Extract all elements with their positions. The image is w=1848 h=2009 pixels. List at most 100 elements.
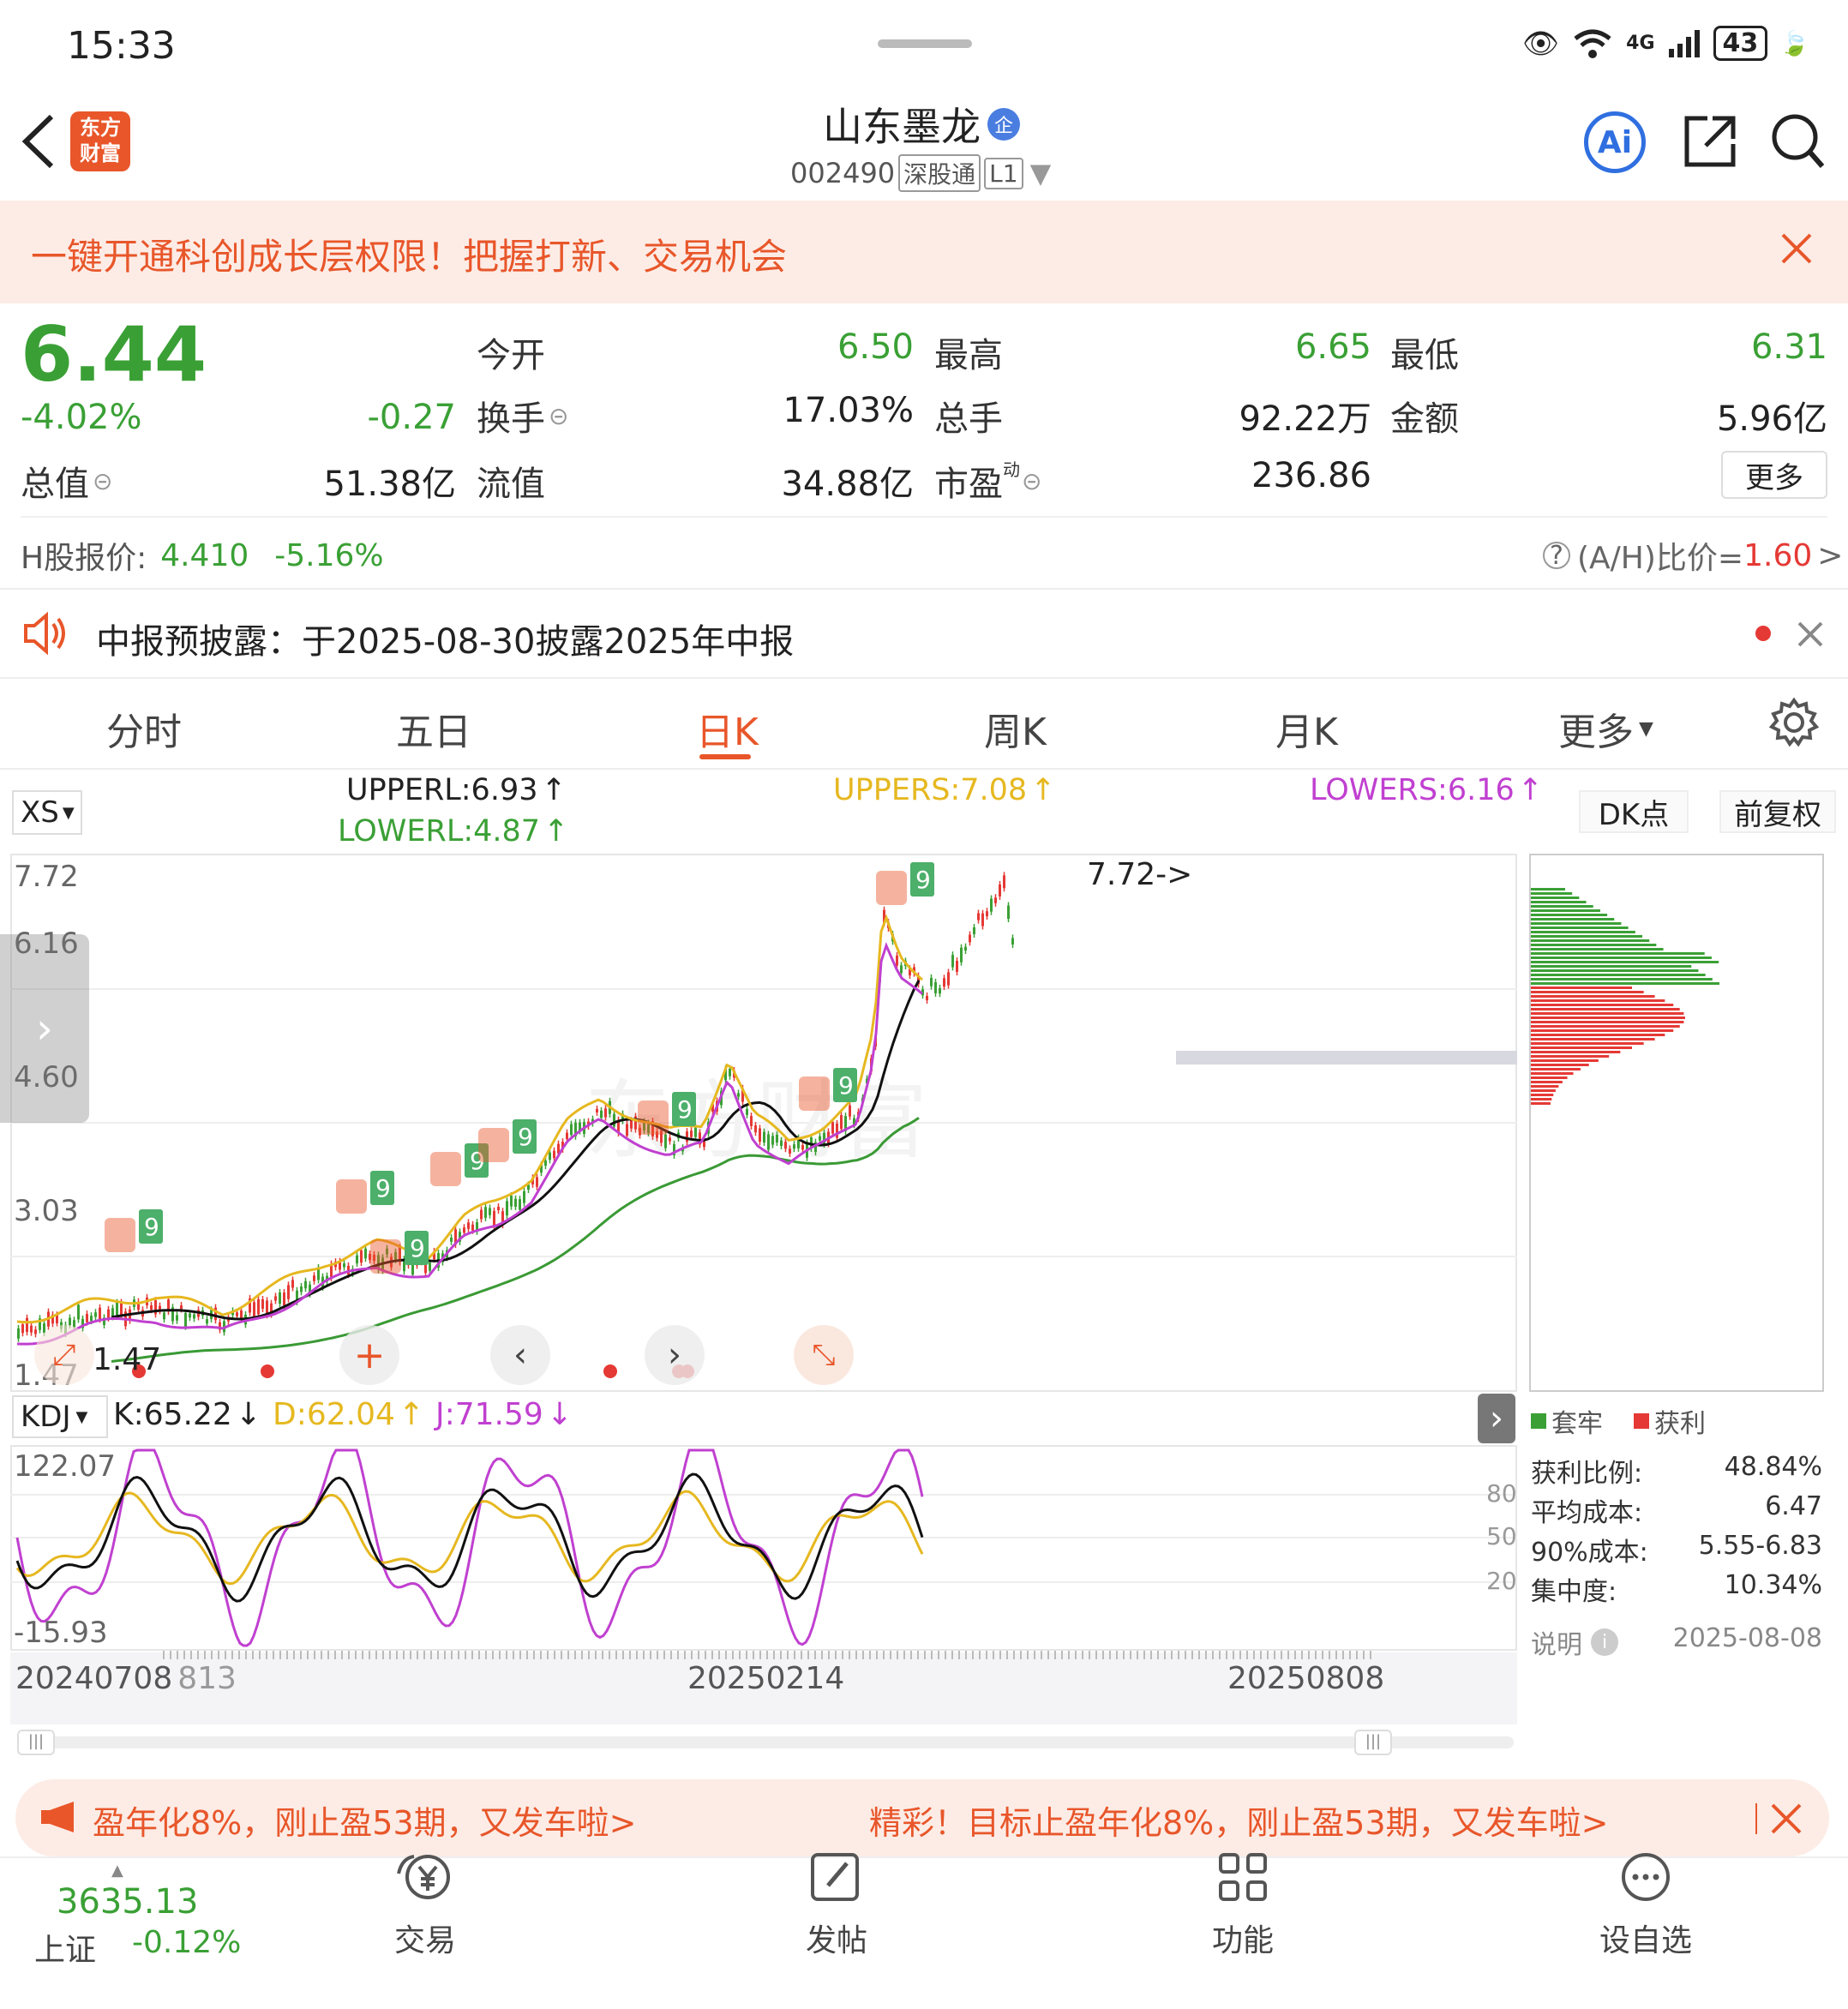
chip-bar-trap bbox=[1531, 909, 1600, 912]
kdj-level-50: 50 bbox=[1486, 1522, 1517, 1550]
expand-right-button[interactable]: › bbox=[1478, 1394, 1515, 1443]
chip-bar-profit bbox=[1531, 987, 1633, 989]
chip-bar-trap bbox=[1531, 944, 1657, 946]
chip-note[interactable]: 说明 i bbox=[1531, 1623, 1618, 1661]
next-button[interactable]: › bbox=[645, 1325, 705, 1385]
chip-bar-profit bbox=[1531, 999, 1665, 1002]
uppers-label: UPPERS:7.08 ↑ bbox=[833, 773, 1056, 807]
dk-button[interactable]: DK点 bbox=[1579, 790, 1689, 833]
kline-chart[interactable]: 东方财富 99999999 7.72 6.16 4.60 3.03 1.47 7… bbox=[10, 854, 1517, 1392]
open-value: 6.50 bbox=[837, 327, 914, 367]
ad-close-button[interactable] bbox=[1769, 1802, 1803, 1839]
signal-label: 4G bbox=[1626, 33, 1655, 54]
notice-text[interactable]: 中报预披露：于2025-08-30披露2025年中报 bbox=[96, 614, 794, 663]
zoom-in-button[interactable]: + bbox=[339, 1325, 399, 1385]
chip-bar-trap bbox=[1531, 939, 1650, 942]
info-icon: ⊝ bbox=[549, 401, 569, 430]
stock-code-row[interactable]: 002490 深股通 L1 ▼ bbox=[790, 154, 1051, 192]
chip-bar-trap bbox=[1531, 905, 1593, 908]
prev-button[interactable]: ‹ bbox=[490, 1325, 550, 1385]
nav-func[interactable]: 功能 bbox=[1212, 1851, 1274, 1960]
megaphone-icon bbox=[39, 1800, 82, 1838]
x-axis-ticks bbox=[163, 1651, 1371, 1659]
bottom-nav-divider bbox=[0, 1856, 1848, 1858]
fullscreen-button[interactable]: ⤡ bbox=[794, 1325, 854, 1385]
nav-trade[interactable]: 交易 bbox=[394, 1851, 456, 1960]
promo-close-button[interactable] bbox=[1779, 231, 1814, 269]
chip-distribution-chart[interactable] bbox=[1529, 854, 1824, 1392]
upperl-label: UPPERL:6.93 ↑ bbox=[346, 773, 567, 807]
tab-more[interactable]: 更多 ▼ bbox=[1558, 701, 1653, 756]
tab-more-label: 更多 bbox=[1558, 711, 1634, 754]
ah-ratio[interactable]: ? (A/H)比价= 1.60 > bbox=[1543, 533, 1843, 578]
chip-bar-trap bbox=[1531, 969, 1699, 972]
chip-bar-profit bbox=[1531, 1081, 1563, 1083]
expand-left-button[interactable]: › bbox=[0, 934, 89, 1123]
pe-value: 236.86 bbox=[1251, 456, 1371, 495]
hshare-label: H股报价: bbox=[21, 541, 147, 576]
hshare-row[interactable]: H股报价: 4.410 -5.16% bbox=[21, 533, 384, 578]
app-logo[interactable]: 东方 财富 bbox=[70, 111, 130, 171]
td-highlight bbox=[105, 1218, 135, 1252]
close-icon bbox=[1781, 233, 1812, 264]
tab-wuri[interactable]: 五日 bbox=[396, 701, 471, 756]
chip-bar-profit bbox=[1531, 1051, 1621, 1053]
y-label-top: 7.72 bbox=[14, 860, 79, 894]
chip-bar-profit bbox=[1531, 1098, 1552, 1100]
nav-post[interactable]: 发帖 bbox=[806, 1851, 867, 1960]
tab-active-indicator bbox=[699, 754, 751, 759]
leaf-icon: 🍃 bbox=[1779, 29, 1810, 57]
chip-bar-trap bbox=[1531, 931, 1635, 933]
chip-bar-profit bbox=[1531, 1029, 1674, 1032]
chip-bar-profit bbox=[1531, 1089, 1556, 1092]
caret-down-icon: ▼ bbox=[75, 1407, 88, 1426]
adjust-button[interactable]: 前复权 bbox=[1719, 790, 1836, 833]
back-button[interactable] bbox=[19, 111, 57, 175]
settings-button[interactable] bbox=[1768, 697, 1820, 751]
range-scroller[interactable] bbox=[17, 1736, 1514, 1748]
range-handle-right[interactable]: ||| bbox=[1354, 1730, 1392, 1755]
search-button[interactable] bbox=[1769, 111, 1826, 175]
kdj-selector[interactable]: KDJ ▼ bbox=[12, 1395, 108, 1438]
nav-watch[interactable]: 设自选 bbox=[1599, 1851, 1692, 1960]
index-value[interactable]: 3635.13 bbox=[57, 1882, 198, 1922]
pe-label[interactable]: 市盈动 ⊝ bbox=[934, 456, 1041, 506]
profit-ratio-label: 获利比例: bbox=[1531, 1459, 1643, 1489]
ai-button[interactable]: Ai bbox=[1584, 111, 1646, 173]
td-highlight bbox=[799, 1076, 830, 1111]
speaker-icon bbox=[22, 610, 69, 660]
index-name[interactable]: 上证 bbox=[34, 1925, 96, 1970]
float-label: 流值 bbox=[477, 465, 545, 504]
high-value: 6.65 bbox=[1294, 327, 1371, 367]
chip-bar-profit bbox=[1531, 1004, 1674, 1006]
caret-down-icon: ▼ bbox=[62, 803, 75, 822]
change-abs: -0.27 bbox=[367, 398, 457, 437]
td-marker-label: 9 bbox=[375, 1174, 391, 1202]
tab-rik[interactable]: 日K bbox=[696, 701, 759, 756]
stock-code: 002490 bbox=[790, 157, 896, 189]
xs-selector[interactable]: XS ▼ bbox=[12, 790, 82, 835]
tab-fenshi[interactable]: 分时 bbox=[106, 701, 182, 756]
turnover-label[interactable]: 换手 ⊝ bbox=[477, 391, 568, 441]
kdj-level-20: 20 bbox=[1486, 1567, 1517, 1595]
tab-yuek[interactable]: 月K bbox=[1275, 701, 1338, 756]
more-button[interactable]: 更多 bbox=[1721, 451, 1827, 499]
low-value: 6.31 bbox=[1750, 327, 1827, 367]
notice-close-button[interactable] bbox=[1797, 621, 1824, 651]
tab-zhouk[interactable]: 周K bbox=[984, 701, 1047, 756]
share-button[interactable] bbox=[1682, 113, 1738, 173]
chip-bar-trap bbox=[1531, 897, 1580, 899]
td-marker-label: 9 bbox=[518, 1123, 533, 1151]
chip-bar-profit bbox=[1531, 1055, 1610, 1058]
pe-label-text: 市盈 bbox=[934, 465, 1003, 504]
td-highlight bbox=[430, 1152, 461, 1186]
max-marker: 7.72-> bbox=[1087, 857, 1192, 892]
range-handle-left[interactable]: ||| bbox=[17, 1730, 55, 1755]
zoom-out-button[interactable]: ⤢ bbox=[34, 1325, 94, 1385]
kdj-chart[interactable]: 122.07 -15.93 80 50 20 bbox=[10, 1445, 1517, 1651]
stock-title[interactable]: 山东墨龙 企 bbox=[823, 96, 1020, 153]
lowers-label: LOWERS:6.16 ↑ bbox=[1310, 773, 1544, 807]
info-icon: ⊝ bbox=[1022, 466, 1042, 495]
current-price: 6.44 bbox=[21, 310, 207, 399]
mktcap-label[interactable]: 总值 ⊝ bbox=[21, 456, 112, 506]
